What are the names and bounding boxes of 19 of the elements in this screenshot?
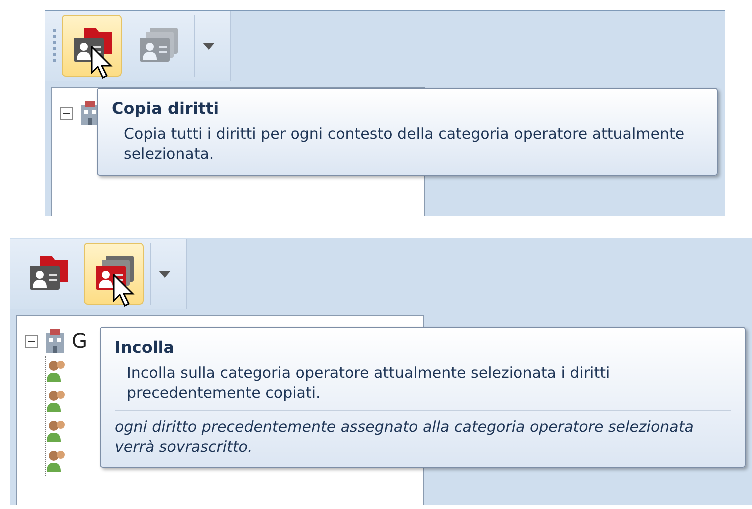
tree-item-label[interactable]: G [72, 329, 88, 353]
user-icon [46, 359, 68, 383]
user-icon [46, 449, 68, 473]
tooltip-title: Copia diritti [112, 99, 220, 118]
copy-button[interactable] [62, 15, 122, 77]
user-icon [46, 389, 68, 413]
tooltip-title: Incolla [115, 338, 176, 357]
mouse-pointer-icon [91, 46, 113, 80]
tooltip-note: ogni diritto precedentemente assegnato alla categoria operatore selezionata verrà sovrascritto. [115, 410, 731, 457]
mouse-pointer-icon [113, 274, 135, 308]
paste-button[interactable] [84, 243, 144, 305]
toolbar-grip[interactable] [53, 29, 56, 63]
tooltip-text: Copia tutti i diritti per ogni contesto della categoria operatore attualmente selezionata. [123, 124, 686, 164]
collapse-toggle[interactable] [60, 106, 73, 120]
tooltip-text: Incolla sulla categoria operatore attualmente selezionata i diritti precedentemente copiati. [126, 363, 612, 404]
caret-icon [158, 270, 170, 278]
caret-icon [202, 42, 214, 50]
collapse-toggle[interactable] [25, 334, 38, 348]
user-icon [46, 419, 68, 443]
